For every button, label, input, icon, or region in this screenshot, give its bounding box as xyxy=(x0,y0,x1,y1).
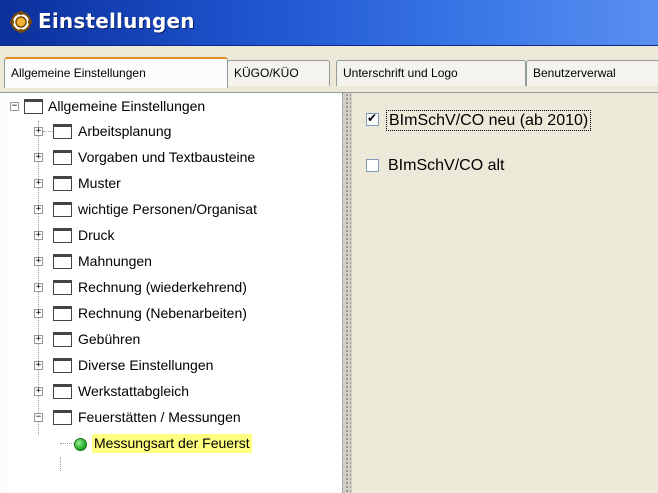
expand-icon[interactable]: + xyxy=(34,309,43,318)
tree-leaf-messungsart[interactable]: Messungsart der Feuerst xyxy=(8,434,342,456)
checkbox-bimschv-neu[interactable] xyxy=(366,111,379,126)
tree-item-arbeitsplanung[interactable]: + Arbeitsplanung xyxy=(8,122,342,144)
folder-icon xyxy=(53,228,72,243)
option-bimschv-alt-label: BImSchV/CO alt xyxy=(388,157,505,174)
tree-item-label: wichtige Personen/Organisat xyxy=(78,201,257,217)
tree-item-vorgaben[interactable]: + Vorgaben und Textbausteine xyxy=(8,148,342,170)
tree-item-feuerstaetten[interactable]: − Feuerstätten / Messungen xyxy=(8,408,342,430)
folder-icon xyxy=(53,176,72,191)
option-bimschv-neu-label: BImSchV/CO neu (ab 2010) xyxy=(386,110,592,131)
folder-icon xyxy=(53,384,72,399)
folder-icon xyxy=(53,358,72,373)
tab-kuego-kueo[interactable]: KÜGO/KÜO xyxy=(227,60,330,86)
tree-item-wichtige-personen[interactable]: + wichtige Personen/Organisat xyxy=(8,200,342,222)
expand-icon[interactable]: + xyxy=(34,283,43,292)
folder-icon xyxy=(53,254,72,269)
tree-item-label: Druck xyxy=(78,227,115,243)
folder-icon xyxy=(24,99,43,114)
tree-item-label: Diverse Einstellungen xyxy=(78,357,214,373)
tree-item-label: Feuerstätten / Messungen xyxy=(78,409,241,425)
folder-icon xyxy=(53,124,72,139)
expand-icon[interactable]: + xyxy=(34,179,43,188)
gear-face-icon xyxy=(10,11,32,33)
tree-item-label: Werkstattabgleich xyxy=(78,383,190,399)
option-bimschv-alt[interactable]: BImSchV/CO alt xyxy=(366,156,646,178)
folder-icon xyxy=(53,410,72,425)
tree-item-label: Rechnung (wiederkehrend) xyxy=(78,279,247,295)
expand-icon[interactable]: + xyxy=(34,231,43,240)
expand-icon[interactable]: + xyxy=(34,361,43,370)
tree-item-label: Arbeitsplanung xyxy=(78,123,172,139)
folder-icon xyxy=(53,280,72,295)
folder-icon xyxy=(53,306,72,321)
collapse-icon[interactable]: − xyxy=(10,102,19,111)
tab-unterschrift-und-logo[interactable]: Unterschrift und Logo xyxy=(336,60,526,86)
settings-detail-pane: BImSchV/CO neu (ab 2010) BImSchV/CO alt xyxy=(352,93,658,493)
tab-allgemeine-einstellungen[interactable]: Allgemeine Einstellungen xyxy=(4,57,228,88)
option-bimschv-neu[interactable]: BImSchV/CO neu (ab 2010) xyxy=(366,110,646,132)
tab-content-panel: − Allgemeine Einstellungen + Arbeitsplan… xyxy=(0,92,658,493)
tree-item-label: Mahnungen xyxy=(78,253,152,269)
tree-item-label: Muster xyxy=(78,175,121,191)
tree-root[interactable]: − Allgemeine Einstellungen xyxy=(8,97,342,119)
tree-item-diverse-einstellungen[interactable]: + Diverse Einstellungen xyxy=(8,356,342,378)
window-title: Einstellungen xyxy=(38,9,195,33)
expand-icon[interactable]: + xyxy=(34,205,43,214)
expand-icon[interactable]: + xyxy=(34,387,43,396)
tree-item-muster[interactable]: + Muster xyxy=(8,174,342,196)
tree-item-label: Vorgaben und Textbausteine xyxy=(78,149,256,165)
checkbox-bimschv-alt[interactable] xyxy=(366,159,379,172)
expand-icon[interactable]: + xyxy=(34,153,43,162)
folder-icon xyxy=(53,150,72,165)
tree-item-mahnungen[interactable]: + Mahnungen xyxy=(8,252,342,274)
settings-tree[interactable]: − Allgemeine Einstellungen + Arbeitsplan… xyxy=(8,93,342,493)
tree-item-gebuehren[interactable]: + Gebühren xyxy=(8,330,342,352)
tree-item-rechnung-wiederkehrend[interactable]: + Rechnung (wiederkehrend) xyxy=(8,278,342,300)
tab-benutzerverwaltung[interactable]: Benutzerverwal xyxy=(526,60,658,86)
expand-icon[interactable]: + xyxy=(34,335,43,344)
tree-item-werkstattabgleich[interactable]: + Werkstattabgleich xyxy=(8,382,342,404)
tree-item-label: Gebühren xyxy=(78,331,141,347)
expand-icon[interactable]: + xyxy=(34,257,43,266)
tree-item-rechnung-nebenarbeiten[interactable]: + Rechnung (Nebenarbeiten) xyxy=(8,304,342,326)
expand-icon[interactable]: + xyxy=(34,127,43,136)
status-dot-icon xyxy=(74,438,87,451)
title-bar: Einstellungen xyxy=(0,0,658,46)
tree-root-label: Allgemeine Einstellungen xyxy=(48,98,206,114)
tree-leaf-label: Messungsart der Feuerst xyxy=(92,434,252,453)
tree-item-druck[interactable]: + Druck xyxy=(8,226,342,248)
tab-strip: Allgemeine Einstellungen KÜGO/KÜO Unters… xyxy=(0,46,658,92)
folder-icon xyxy=(53,332,72,347)
tree-item-label: Rechnung (Nebenarbeiten) xyxy=(78,305,247,321)
collapse-icon[interactable]: − xyxy=(34,413,43,422)
folder-icon xyxy=(53,202,72,217)
